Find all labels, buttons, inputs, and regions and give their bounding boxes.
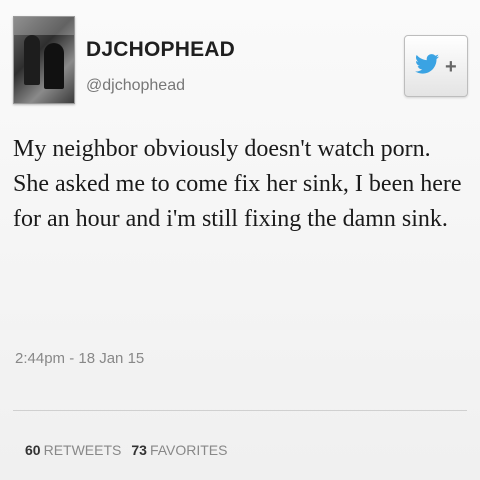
divider <box>13 410 467 411</box>
user-handle[interactable]: @djchophead <box>86 76 185 96</box>
tweet-card: DJCHOPHEAD @djchophead + My neighbor obv… <box>0 0 480 480</box>
retweets-stat[interactable]: 60 RETWEETS <box>25 442 121 458</box>
favorites-label: FAVORITES <box>149 442 228 458</box>
twitter-bird-plus-icon: + <box>415 54 457 78</box>
avatar-figure-left <box>24 35 40 85</box>
avatar-figure-right <box>44 43 64 89</box>
avatar-highlight <box>14 17 74 35</box>
plus-sign: + <box>445 56 457 78</box>
follow-button[interactable]: + <box>404 35 468 97</box>
tweet-text: My neighbor obviously doesn't watch porn… <box>13 136 462 232</box>
avatar[interactable] <box>13 16 75 104</box>
retweets-count: 60 <box>25 442 41 458</box>
favorites-count: 73 <box>131 442 147 458</box>
tweet-stats: 60 RETWEETS 73 FAVORITES <box>25 442 227 458</box>
tweet-timestamp[interactable]: 2:44pm - 18 Jan 15 <box>15 350 144 367</box>
retweets-label: RETWEETS <box>43 442 122 458</box>
display-name[interactable]: DJCHOPHEAD <box>86 38 235 62</box>
favorites-stat[interactable]: 73 FAVORITES <box>131 442 227 458</box>
